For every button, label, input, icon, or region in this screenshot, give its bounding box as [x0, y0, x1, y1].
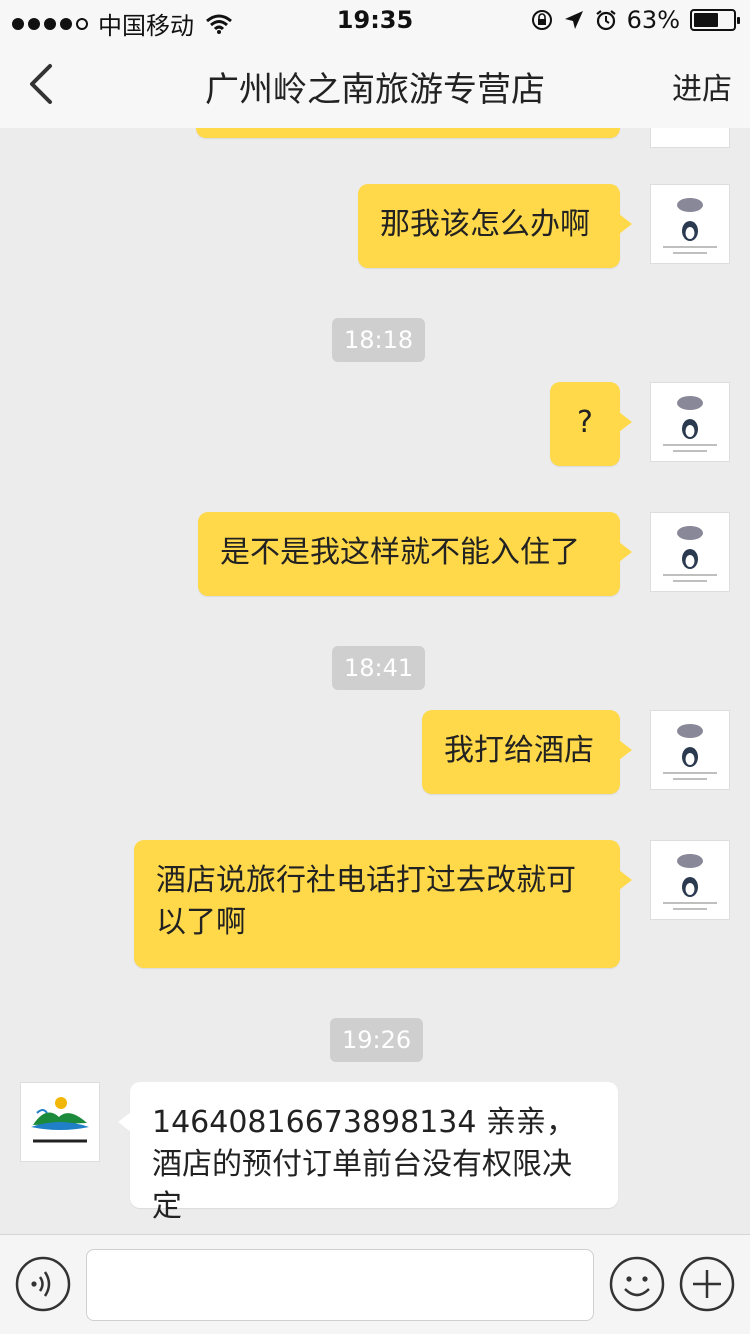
message-text: ? — [577, 405, 593, 440]
alarm-icon — [595, 10, 616, 31]
avatar — [650, 128, 730, 148]
enter-store-button[interactable]: 进店 — [672, 64, 732, 108]
message-text: 我打给酒店 — [444, 733, 594, 768]
voice-icon[interactable] — [14, 1255, 72, 1313]
message-text: 酒店说旅行社电话打过去改就可以了啊 — [156, 863, 576, 940]
message-bubble-outgoing[interactable]: 酒店说旅行社电话打过去改就可以了啊 — [134, 840, 632, 968]
message-text: 14640816673898134 亲亲，酒店的预付订单前台没有权限决定 — [152, 1105, 577, 1224]
message-bubble-outgoing[interactable]: 是不是我这样就不能入住了 — [198, 512, 632, 596]
battery-percent: 63% — [626, 6, 680, 34]
store-logo-icon — [31, 1097, 89, 1145]
avatar[interactable] — [650, 710, 730, 790]
location-arrow-icon — [564, 11, 583, 29]
plus-icon[interactable] — [678, 1255, 736, 1313]
penguin-avatar-icon — [663, 724, 717, 780]
penguin-avatar-icon — [663, 396, 717, 452]
input-bar — [0, 1234, 750, 1334]
message-bubble-outgoing[interactable]: ? — [550, 382, 632, 466]
penguin-avatar-icon — [663, 198, 717, 254]
message-input[interactable] — [86, 1249, 594, 1321]
chat-area[interactable]: 那我该怎么办啊 18:18 ? 是不是我这样就不能入住了 18:41 我打给酒店… — [0, 128, 750, 1234]
avatar[interactable] — [650, 382, 730, 462]
emoji-icon[interactable] — [608, 1255, 666, 1313]
message-text: 是不是我这样就不能入住了 — [220, 535, 580, 570]
status-bar: 中国移动 19:35 63% — [0, 0, 750, 40]
penguin-avatar-icon — [663, 854, 717, 910]
lock-rotation-icon — [531, 10, 552, 30]
message-text: 那我该怎么办啊 — [380, 207, 590, 242]
timestamp: 19:26 — [330, 1018, 424, 1062]
message-bubble-outgoing[interactable]: 那我该怎么办啊 — [358, 184, 632, 268]
avatar[interactable] — [650, 840, 730, 920]
status-right: 63% — [531, 6, 740, 34]
message-bubble-outgoing[interactable]: 我打给酒店 — [422, 710, 632, 794]
avatar[interactable] — [650, 184, 730, 264]
nav-bar: 广州岭之南旅游专营店 进店 — [0, 40, 750, 128]
timestamp: 18:18 — [332, 318, 426, 362]
battery-icon — [690, 9, 740, 31]
penguin-avatar-icon — [663, 526, 717, 582]
timestamp: 18:41 — [332, 646, 426, 690]
message-bubble-partial — [196, 128, 620, 138]
store-avatar[interactable] — [20, 1082, 100, 1162]
page-title: 广州岭之南旅游专营店 — [205, 70, 545, 110]
message-bubble-incoming[interactable]: 14640816673898134 亲亲，酒店的预付订单前台没有权限决定 — [118, 1082, 618, 1224]
avatar[interactable] — [650, 512, 730, 592]
